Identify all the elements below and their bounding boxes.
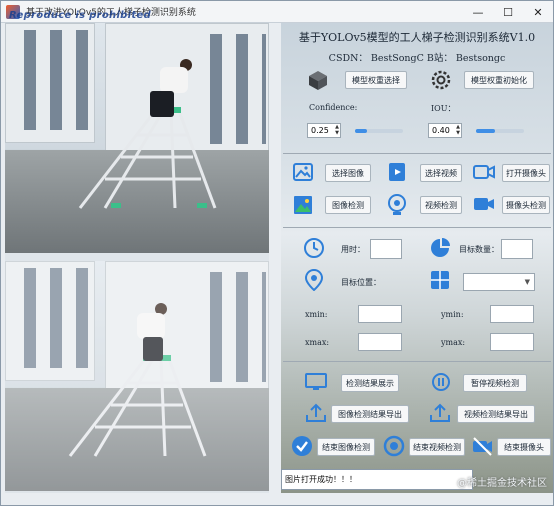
ymin-label: ymin: <box>441 310 464 319</box>
confidence-slider[interactable] <box>355 129 403 133</box>
xmax-field <box>358 333 402 351</box>
confidence-label: Confidence: <box>309 103 358 112</box>
xmin-field <box>358 305 402 323</box>
app-window: 基于改进YOLOv5的工人梯子检测识别系统 — ☐ ✕ Reproduce is… <box>0 0 554 506</box>
grid-icon <box>429 269 451 291</box>
ymax-label: ymax: <box>441 338 466 347</box>
status-bar: 图片打开成功！！！ <box>281 469 473 490</box>
original-image-view <box>5 23 269 253</box>
image-overlay <box>5 261 269 491</box>
stop-video-button[interactable]: 结束视频检测 <box>409 438 465 456</box>
time-used-label: 用时： <box>341 245 365 254</box>
target-count-label: 目标数量： <box>459 245 499 254</box>
status-text: 图片打开成功！！！ <box>285 475 357 484</box>
xmax-label: xmax: <box>305 338 330 347</box>
check-circle-icon <box>291 435 313 457</box>
model-init-button[interactable]: 模型权重初始化 <box>464 71 534 89</box>
chevron-down-icon: ▼ <box>524 278 530 286</box>
settings-icon[interactable] <box>429 68 453 92</box>
model-select-button[interactable]: 模型权重选择 <box>345 71 407 89</box>
stop-camera-button[interactable]: 结束摄像头 <box>497 438 551 456</box>
ymax-field <box>490 333 534 351</box>
xmin-label: xmin: <box>305 310 328 319</box>
camera-off-icon <box>471 435 493 457</box>
location-icon <box>303 269 325 291</box>
divider <box>283 153 551 154</box>
cube-icon <box>306 68 330 92</box>
confidence-value: 0.25 <box>311 126 329 135</box>
author-info: CSDN： BestSongC B站： Bestsongc <box>328 53 506 64</box>
spin-arrows-icon[interactable]: ▲ ▼ <box>456 124 460 136</box>
minimize-button[interactable]: — <box>463 1 493 23</box>
divider <box>283 227 551 228</box>
iou-slider-fill <box>476 129 496 133</box>
show-results-button[interactable]: 检测结果展示 <box>341 374 399 392</box>
monitor-icon <box>305 373 327 391</box>
clock-icon <box>303 237 325 259</box>
stop-circle-icon <box>383 435 405 457</box>
ladder-illustration <box>78 107 217 209</box>
camera-detect-button[interactable]: 摄像头检测 <box>502 196 550 214</box>
time-used-field <box>370 239 402 259</box>
video-file-icon <box>387 162 407 182</box>
export-icon <box>305 403 327 423</box>
video-camera-icon <box>473 196 495 212</box>
select-image-button[interactable]: 选择图像 <box>325 164 371 182</box>
spin-arrows-icon[interactable]: ▲ ▼ <box>335 124 339 136</box>
pause-icon[interactable] <box>431 372 451 392</box>
app-title: 基于YOLOv5模型的工人梯子检测识别系统V1.0 <box>298 31 536 44</box>
overlay-watermark: Reproduce is prohibited <box>9 10 151 21</box>
image-icon <box>293 163 313 181</box>
close-button[interactable]: ✕ <box>523 1 553 23</box>
iou-spinbox[interactable]: 0.40 ▲ ▼ <box>428 123 462 138</box>
worker-shirt <box>160 67 188 93</box>
detection-image-view <box>5 261 269 491</box>
maximize-button[interactable]: ☐ <box>493 1 523 23</box>
window-controls: — ☐ ✕ <box>463 1 553 23</box>
control-panel: 基于YOLOv5模型的工人梯子检测识别系统V1.0 CSDN： BestSong… <box>281 23 553 493</box>
iou-label: IOU： <box>431 104 456 113</box>
export-video-results-button[interactable]: 视频检测结果导出 <box>457 405 535 423</box>
stop-image-button[interactable]: 结束图像检测 <box>317 438 375 456</box>
confidence-spinbox[interactable]: 0.25 ▲ ▼ <box>307 123 341 138</box>
pie-chart-icon <box>429 237 451 259</box>
export-image-results-button[interactable]: 图像检测结果导出 <box>331 405 409 423</box>
image-display-area <box>5 23 269 493</box>
divider <box>283 361 551 362</box>
ymin-field <box>490 305 534 323</box>
picture-icon <box>293 195 313 215</box>
image-detect-button[interactable]: 图像检测 <box>325 196 371 214</box>
target-position-label: 目标位置： <box>341 278 381 287</box>
iou-value: 0.40 <box>432 126 450 135</box>
video-detect-button[interactable]: 视频检测 <box>420 196 462 214</box>
worker-pants <box>150 91 174 117</box>
open-camera-button[interactable]: 打开摄像头 <box>502 164 550 182</box>
camera-icon <box>473 164 495 180</box>
iou-slider[interactable] <box>476 129 524 133</box>
corner-watermark: @稀土掘金技术社区 <box>457 478 547 489</box>
export-icon <box>429 403 451 423</box>
target-count-field <box>501 239 533 259</box>
confidence-slider-fill <box>355 129 367 133</box>
pause-video-button[interactable]: 暂停视频检测 <box>463 374 527 392</box>
select-video-button[interactable]: 选择视频 <box>420 164 462 182</box>
webcam-icon <box>387 194 407 216</box>
target-select-dropdown[interactable]: ▼ <box>463 273 535 291</box>
